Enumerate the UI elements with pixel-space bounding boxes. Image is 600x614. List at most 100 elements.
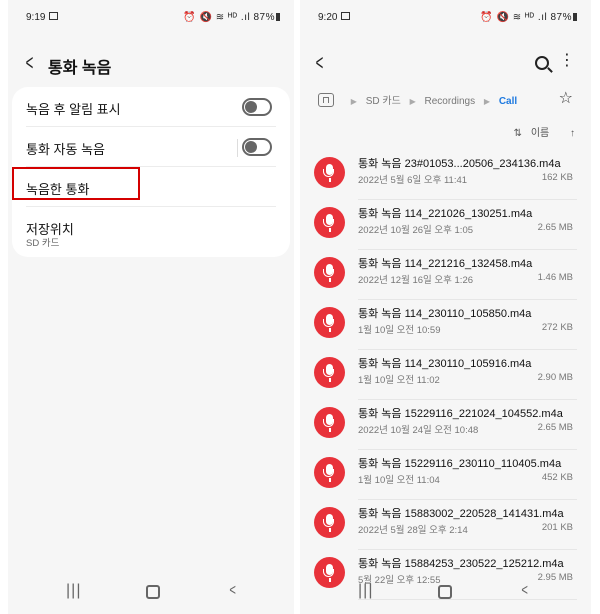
home-folder-icon[interactable] [318,93,334,107]
mic-stem [329,178,331,182]
status-time: 9:19 [26,12,58,23]
file-size: 162 KB [541,172,573,183]
mic-cup [323,519,334,527]
file-browser-screen: 9:20 ⏰ 🔇 ≋ ᴴᴰ .ıl 87% < ⋮ ▶ SD 카드 ▶ Reco… [300,0,591,614]
settings-header: < 통화 녹음 [22,52,112,78]
setting-notify-after-recording[interactable]: 녹음 후 알림 표시 [26,87,276,127]
status-indicators: ⏰ 🔇 ≋ ᴴᴰ .ıl 87% [480,12,572,23]
microphone-icon [314,407,345,438]
file-date: 1월 10일 오전 11:02 [358,375,440,386]
file-name: 통화 녹음 114_230110_105916.m4a [358,358,532,370]
mic-cup [323,269,334,277]
breadcrumb-sd-card[interactable]: SD 카드 [366,96,401,107]
file-date: 2022년 5월 6일 오후 11:41 [358,175,468,186]
breadcrumb: ▶ SD 카드 ▶ Recordings ▶ Call ☆ [318,90,579,112]
file-size: 272 KB [541,322,573,333]
microphone-icon [314,357,345,388]
call-recording-settings-screen: 9:19 ⏰ 🔇 ≋ ᴴᴰ .ıl 87% < 통화 녹음 녹음 후 알림 표시… [8,0,294,614]
navigation-bar: ||| < [300,570,591,614]
mic-cup [323,369,334,377]
back-arrow-icon[interactable]: < [316,52,327,74]
mic-stem [329,378,331,382]
file-name: 통화 녹음 15229116_221024_104552.m4a [358,408,563,420]
sort-direction-icon[interactable]: ↑ [570,128,575,139]
breadcrumb-current[interactable]: Call [499,96,517,107]
status-bar: 9:20 ⏰ 🔇 ≋ ᴴᴰ .ıl 87% [318,12,577,26]
file-name: 통화 녹음 114_230110_105850.m4a [358,308,532,320]
file-date: 2022년 5월 28일 오후 2:14 [358,525,468,536]
mic-cup [323,319,334,327]
file-row[interactable]: 통화 녹음 23#01053...20506_234136.m4a 2022년 5… [300,150,591,200]
search-icon[interactable] [535,56,549,70]
back-arrow-icon[interactable]: < [26,52,37,74]
status-icons: ⏰ 🔇 ≋ ᴴᴰ .ıl 87% [183,12,280,23]
setting-storage-location[interactable]: 저장위치 SD 카드 [26,207,276,253]
battery-icon [276,13,280,21]
microphone-icon [314,457,345,488]
setting-auto-record-calls[interactable]: 통화 자동 녹음 [26,127,276,167]
file-date: 1월 10일 오전 10:59 [358,325,441,336]
auto-record-toggle[interactable] [242,138,272,156]
page-title: 통화 녹음 [48,60,112,77]
mic-cup [323,169,334,177]
toolbar: < ⋮ [312,52,579,76]
file-name: 통화 녹음 23#01053...20506_234136.m4a [358,158,561,170]
breadcrumb-separator-icon: ▶ [409,97,416,106]
mic-stem [329,528,331,532]
recent-apps-icon[interactable]: ||| [358,582,373,600]
notify-toggle[interactable] [242,98,272,116]
status-time: 9:20 [318,12,350,23]
mic-stem [329,278,331,282]
breadcrumb-separator-icon: ▶ [350,97,357,106]
microphone-icon [314,257,345,288]
breadcrumb-recordings[interactable]: Recordings [425,96,476,107]
file-row[interactable]: 통화 녹음 114_230110_105850.m4a 1월 10일 오전 10:… [300,300,591,350]
file-name: 통화 녹음 114_221216_132458.m4a [358,258,533,270]
file-size: 1.46 MB [537,272,573,283]
file-row[interactable]: 통화 녹음 15229116_230110_110405.m4a 1월 10일 오… [300,450,591,500]
file-size: 201 KB [541,522,573,533]
setting-value: SD 카드 [26,238,60,249]
file-size: 452 KB [541,472,573,483]
file-date: 2022년 10월 24일 오전 10:48 [358,425,479,436]
navigation-bar: ||| < [8,570,294,614]
mic-stem [329,428,331,432]
more-vert-icon[interactable]: ⋮ [559,52,575,70]
home-icon[interactable] [146,585,160,599]
file-row[interactable]: 통화 녹음 15883002_220528_141431.m4a 2022년 5월… [300,500,591,550]
battery-icon [573,13,577,21]
star-icon[interactable]: ☆ [559,88,573,108]
sort-icon[interactable]: ⇅ [514,128,522,139]
file-name: 통화 녹음 15883002_220528_141431.m4a [358,508,564,520]
microphone-icon [314,157,345,188]
divider-vertical [237,139,238,157]
file-date: 1월 10일 오전 11:04 [358,475,440,486]
file-date: 2022년 12월 16일 오후 1:26 [358,275,474,286]
file-name: 통화 녹음 15229116_230110_110405.m4a [358,458,562,470]
status-bar: 9:19 ⏰ 🔇 ≋ ᴴᴰ .ıl 87% [26,12,280,26]
mic-stem [329,478,331,482]
file-row[interactable]: 통화 녹음 15229116_221024_104552.m4a 2022년 10… [300,400,591,450]
mic-stem [329,328,331,332]
microphone-icon [314,207,345,238]
sort-label[interactable]: 이름 [531,128,549,139]
file-row[interactable]: 통화 녹음 114_221216_132458.m4a 2022년 12월 16일… [300,250,591,300]
mic-cup [323,469,334,477]
file-name: 통화 녹음 114_221026_130251.m4a [358,208,533,220]
nav-back-icon[interactable]: < [521,582,528,600]
sort-bar[interactable]: ⇅ 이름 ↑ [514,124,575,139]
file-size: 2.65 MB [537,222,573,233]
home-icon[interactable] [438,585,452,599]
file-row[interactable]: 통화 녹음 114_230110_105916.m4a 1월 10일 오전 11:… [300,350,591,400]
status-indicators: ⏰ 🔇 ≋ ᴴᴰ .ıl 87% [183,12,275,23]
recent-apps-icon[interactable]: ||| [66,582,81,600]
nav-back-icon[interactable]: < [229,582,236,600]
file-date: 2022년 10월 26일 오후 1:05 [358,225,474,236]
setting-label: 통화 자동 녹음 [26,142,105,157]
file-row[interactable]: 통화 녹음 114_221026_130251.m4a 2022년 10월 26일… [300,200,591,250]
setting-label: 녹음 후 알림 표시 [26,102,121,117]
microphone-icon [314,307,345,338]
microphone-icon [314,507,345,538]
mic-cup [323,219,334,227]
file-size: 2.90 MB [537,372,573,383]
